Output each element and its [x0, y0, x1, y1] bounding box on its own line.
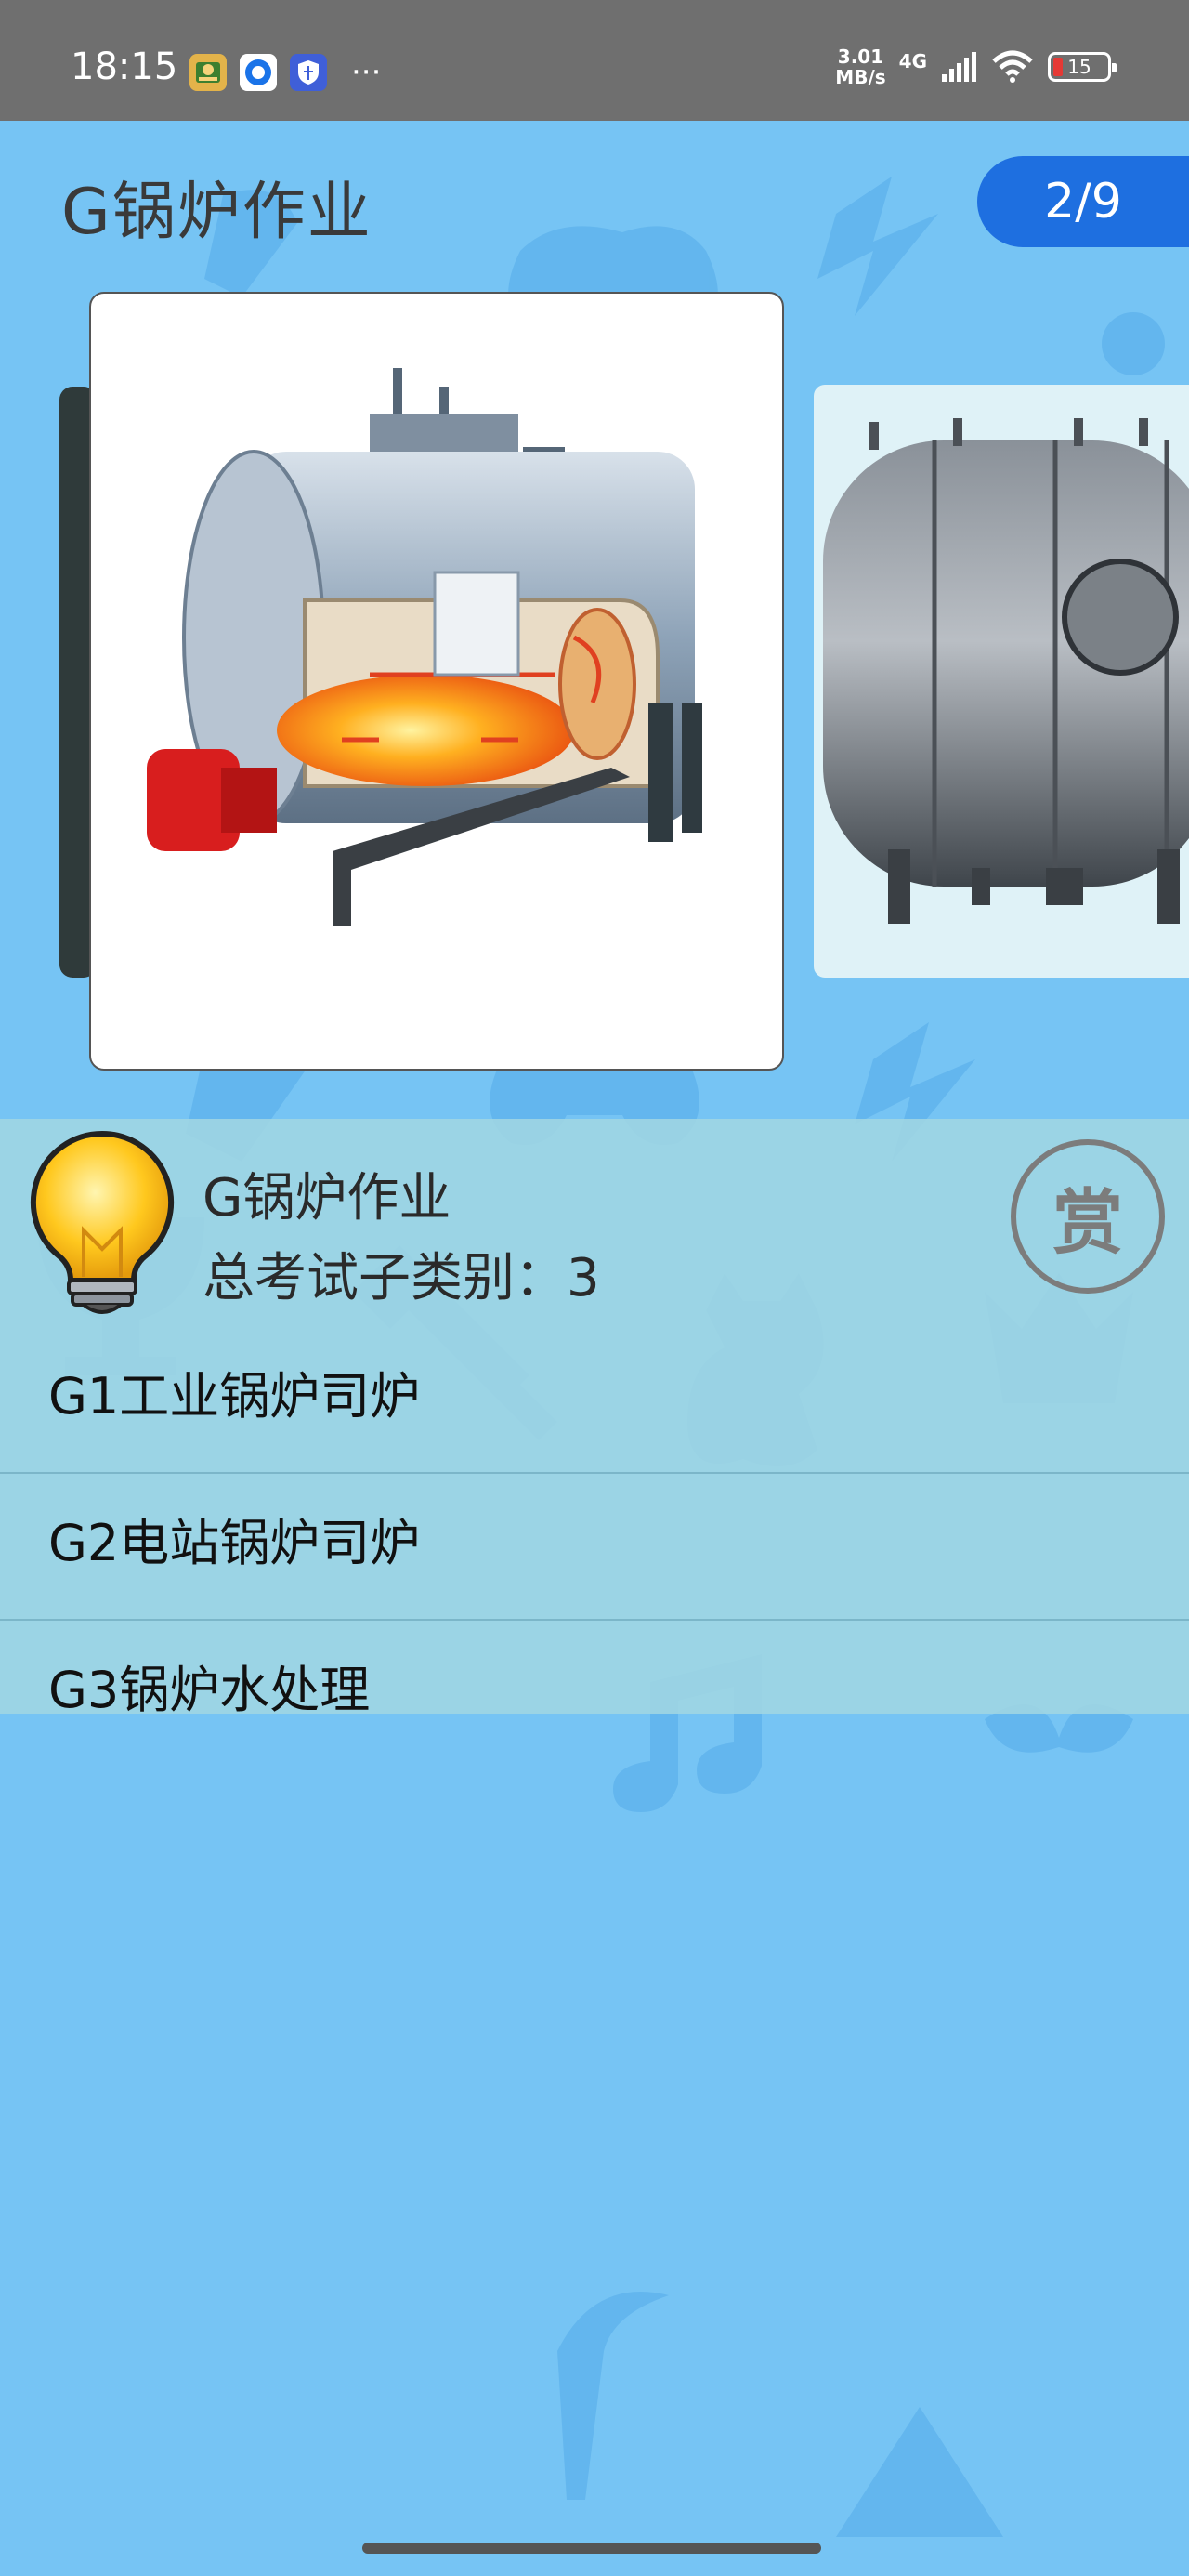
- network-speed-value: 3.01: [837, 46, 884, 68]
- network-type: 4G: [898, 50, 927, 72]
- status-bar: 18:15 ··· 3.01 MB/s 4G 15: [0, 0, 1189, 121]
- carousel-current-card[interactable]: [89, 292, 784, 1071]
- category-item-g2[interactable]: G2电站锅炉司炉: [0, 1474, 1189, 1621]
- bubble-icon: [1102, 312, 1165, 375]
- status-more-indicator: ···: [351, 54, 382, 91]
- battery-icon: 15: [1048, 52, 1117, 82]
- status-app-icons: ···: [189, 54, 381, 91]
- wifi-icon: [992, 50, 1033, 83]
- boiler-cutaway-image: [147, 368, 702, 926]
- reward-button[interactable]: 赏: [1011, 1139, 1165, 1294]
- page-title: G锅炉作业: [61, 176, 372, 249]
- network-speed: 3.01 MB/s: [835, 46, 885, 87]
- category-list: G1工业锅炉司炉 G2电站锅炉司炉 G3锅炉水处理: [0, 1327, 1189, 1768]
- category-item-g3[interactable]: G3锅炉水处理: [0, 1621, 1189, 1768]
- home-indicator[interactable]: [362, 2543, 821, 2554]
- network-speed-unit: MB/s: [835, 66, 886, 88]
- boiler-tank-image: [823, 418, 1189, 924]
- page-counter-badge: 2/9: [977, 156, 1189, 247]
- shield-app-icon: [290, 54, 327, 91]
- status-indicators: 3.01 MB/s 4G 15: [835, 46, 1117, 87]
- app-notification-icon: [189, 54, 227, 91]
- battery-cap: [1112, 63, 1117, 72]
- signal-icon: [942, 52, 976, 82]
- category-item-g1[interactable]: G1工业锅炉司炉: [0, 1327, 1189, 1474]
- info-title: G锅炉作业: [203, 1168, 451, 1229]
- carousel-next-card[interactable]: [814, 385, 1189, 978]
- chat-app-icon: [240, 54, 277, 91]
- subcategory-count: 总考试子类别：3: [203, 1248, 600, 1308]
- status-time: 18:15: [71, 46, 178, 88]
- battery-level: 15: [1067, 56, 1091, 78]
- pyramid-icon: [836, 2407, 1003, 2537]
- lightning-icon: [817, 177, 938, 316]
- lightbulb-icon: [31, 1130, 174, 1314]
- palm-icon: [557, 2292, 669, 2500]
